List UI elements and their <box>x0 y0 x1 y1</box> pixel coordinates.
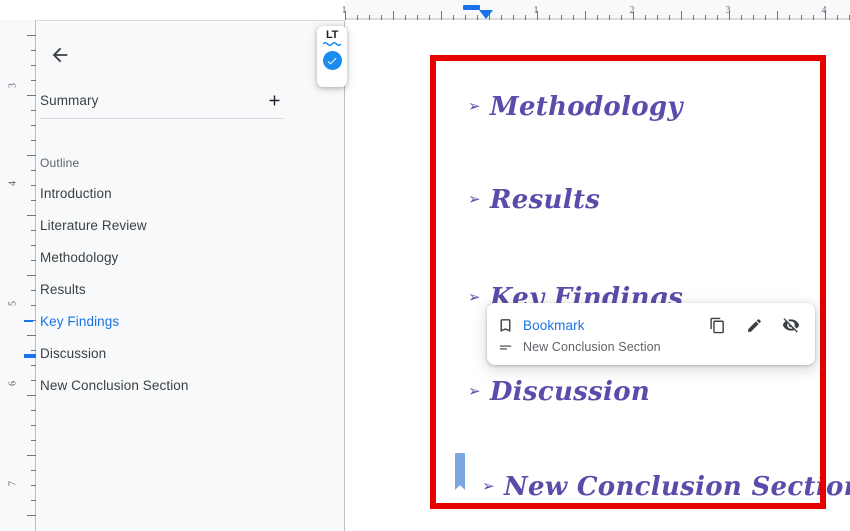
ruler-number: 1 <box>533 5 539 16</box>
document-heading-methodology[interactable]: ➢ Methodology <box>468 92 683 122</box>
edit-icon[interactable] <box>744 315 764 335</box>
document-heading-discussion[interactable]: ➢ Discussion <box>468 377 650 407</box>
vertical-ruler[interactable]: 3 4 5 6 7 <box>0 20 36 531</box>
outline-item-methodology[interactable]: Methodology <box>36 241 345 273</box>
summary-label: Summary <box>40 92 99 108</box>
short-text-icon <box>487 339 523 356</box>
ruler-number: 6 <box>7 381 19 386</box>
arrow-bullet-icon: ➢ <box>482 477 495 495</box>
bookmark-popup[interactable]: Bookmark New Conclusion Section <box>487 303 815 365</box>
outline-section-label: Outline <box>40 156 80 170</box>
outline-item-label: Literature Review <box>40 217 147 233</box>
heading-text: Discussion <box>489 377 651 407</box>
ruler-number: 4 <box>821 5 827 16</box>
outline-sidebar: Summary Outline Introduction Literature … <box>24 20 345 531</box>
outline-item-discussion[interactable]: Discussion <box>36 337 345 369</box>
outline-item-label: Methodology <box>40 249 119 265</box>
vertical-indent-marker[interactable] <box>24 354 36 358</box>
ruler-number: 3 <box>7 83 19 88</box>
bookmark-target-label: New Conclusion Section <box>523 340 661 354</box>
arrow-bullet-icon: ➢ <box>468 288 481 306</box>
first-line-indent-marker[interactable] <box>463 5 480 10</box>
outline-list: Introduction Literature Review Methodolo… <box>24 177 345 401</box>
outline-item-label: New Conclusion Section <box>40 377 189 393</box>
add-summary-button[interactable] <box>260 86 288 114</box>
squiggly-underline-icon <box>323 41 341 46</box>
languagetool-widget[interactable]: LT <box>317 26 347 87</box>
outline-item-label: Introduction <box>40 185 112 201</box>
summary-row: Summary <box>40 83 288 117</box>
arrow-bullet-icon: ➢ <box>468 190 481 208</box>
heading-text: New Conclusion Section <box>503 472 850 502</box>
document-canvas[interactable]: ➢ Methodology ➢ Results ➢ Key Findings ➢… <box>346 20 850 531</box>
bookmark-popup-primary-row: Bookmark <box>487 313 815 337</box>
outline-item-label: Discussion <box>40 345 107 361</box>
ruler-number: 2 <box>629 5 635 16</box>
remove-bookmark-icon[interactable] <box>781 315 801 335</box>
bookmark-popup-secondary-row: New Conclusion Section <box>487 336 815 358</box>
ruler-number: 7 <box>7 481 19 486</box>
copy-link-icon[interactable] <box>707 315 727 335</box>
ruler-number: 1 <box>341 5 347 16</box>
heading-text: Results <box>489 185 601 215</box>
outline-item-label: Results <box>40 281 86 297</box>
outline-item-results[interactable]: Results <box>36 273 345 305</box>
document-heading-results[interactable]: ➢ Results <box>468 185 600 215</box>
left-indent-marker[interactable] <box>479 10 493 19</box>
check-circle-icon <box>322 51 342 70</box>
outline-item-key-findings[interactable]: Key Findings <box>24 305 345 337</box>
outline-item-literature-review[interactable]: Literature Review <box>36 209 345 241</box>
languagetool-logo-text: LT <box>325 29 339 41</box>
back-button[interactable] <box>40 35 80 75</box>
bookmark-popup-actions <box>707 313 801 337</box>
arrow-bullet-icon: ➢ <box>468 382 481 400</box>
plus-icon <box>269 95 279 105</box>
bookmark-icon <box>487 317 523 334</box>
ruler-number: 4 <box>7 181 19 186</box>
arrow-left-icon <box>52 47 68 63</box>
bookmark-title-link[interactable]: Bookmark <box>523 318 585 333</box>
ruler-number: 5 <box>7 301 19 306</box>
horizontal-ruler[interactable]: 1 1 2 3 4 <box>341 0 850 20</box>
active-indicator-dash <box>24 320 33 322</box>
document-heading-new-conclusion-section[interactable]: ➢ New Conclusion Section <box>482 472 850 502</box>
outline-item-introduction[interactable]: Introduction <box>36 177 345 209</box>
outline-item-new-conclusion-section[interactable]: New Conclusion Section <box>36 369 345 401</box>
bookmark-ribbon-marker[interactable] <box>455 453 465 490</box>
ruler-number: 3 <box>725 5 731 16</box>
languagetool-logo-icon: LT <box>323 30 341 46</box>
outline-item-label: Key Findings <box>40 313 120 329</box>
document-editor-window: 1 1 2 3 4 3 4 5 6 7 Summary Outline Intr… <box>0 0 850 531</box>
summary-divider <box>40 118 284 119</box>
arrow-bullet-icon: ➢ <box>468 97 481 115</box>
heading-text: Methodology <box>489 92 683 122</box>
